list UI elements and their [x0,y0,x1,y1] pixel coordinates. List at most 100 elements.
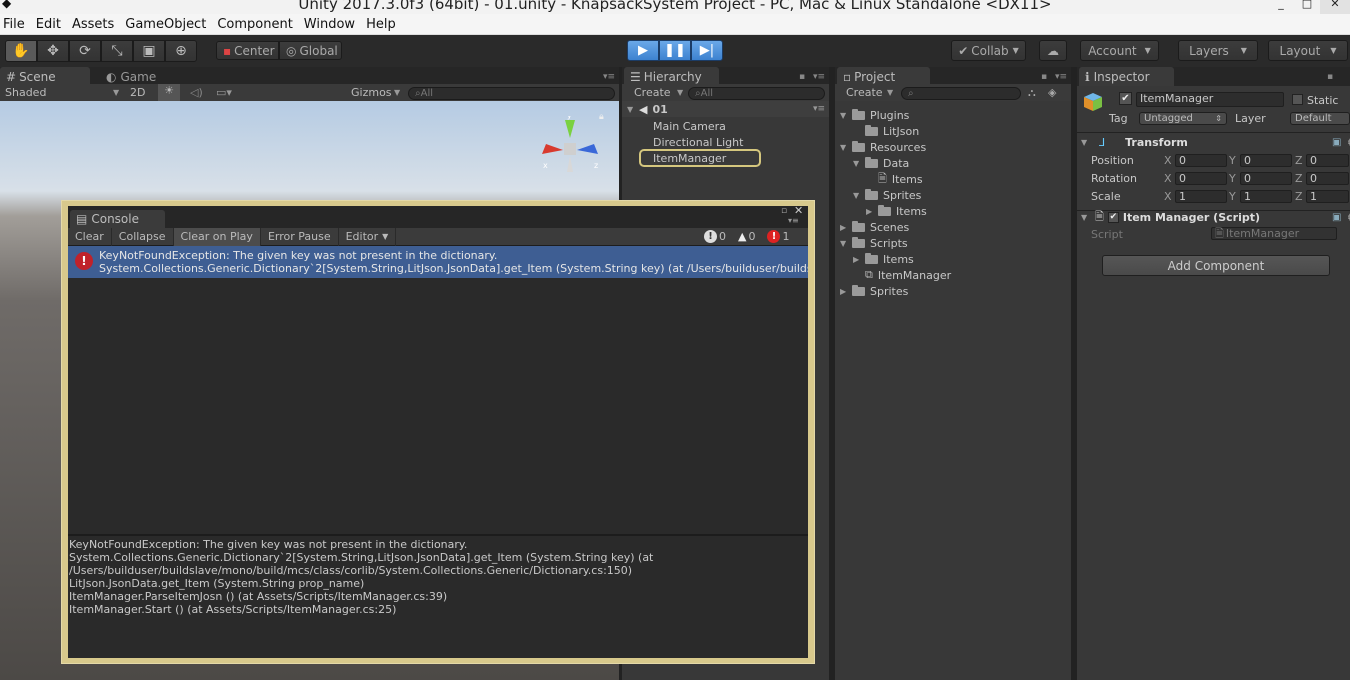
panel-menu-icon[interactable]: ▾≡ [813,72,825,82]
layer-dropdown[interactable]: Default [1290,112,1350,125]
expand-arrow-icon[interactable]: ▼ [840,143,850,152]
menu-assets[interactable]: Assets [69,17,121,32]
maximize-icon[interactable]: ▫ [781,206,787,216]
collapse-arrow-icon[interactable]: ▶ [866,207,876,216]
project-search-input[interactable]: ⌕ [901,87,1021,100]
lock-icon[interactable]: ▪ [799,72,805,82]
collapse-arrow-icon[interactable]: ▶ [853,255,863,264]
shading-mode-dropdown[interactable]: Shaded [5,86,46,99]
project-tree-item[interactable]: ▼ Plugins [840,107,909,123]
transform-z-field[interactable]: 1 [1306,190,1349,203]
tab-console[interactable]: ▤ Console [70,210,165,228]
project-tree-item[interactable]: ▶ Scenes [840,219,909,235]
panel-menu-icon[interactable]: ▾≡ [1055,72,1067,82]
clear-on-play-toggle[interactable]: Clear on Play [173,227,261,246]
play-button[interactable]: ▶ [627,40,659,61]
hierarchy-create-dropdown[interactable]: Create [634,86,671,99]
transform-z-field[interactable]: 0 [1306,172,1349,185]
scene-search-input[interactable]: ⌕All [408,87,615,100]
layout-dropdown[interactable]: Layout ▼ [1268,40,1348,61]
project-tree-item[interactable]: ▼ Sprites [853,187,921,203]
active-checkbox[interactable]: ✔ [1119,92,1132,105]
account-dropdown[interactable]: Account ▼ [1080,40,1159,61]
expand-arrow-icon[interactable]: ▼ [853,191,863,200]
project-tree-item[interactable]: ▶ Items [866,203,927,219]
expand-arrow-icon[interactable]: ▼ [840,239,850,248]
editor-dropdown[interactable]: Editor ▼ [339,227,397,246]
clear-button[interactable]: Clear [68,227,112,246]
warning-icon[interactable]: ▲ [738,230,746,243]
console-log-entry[interactable]: ! KeyNotFoundException: The given key wa… [68,246,808,278]
rect-tool-icon[interactable]: ▣ [133,40,165,62]
rotate-tool-icon[interactable]: ⟳ [69,40,101,62]
lock-icon[interactable]: 🔒︎ [599,112,604,122]
scene-orientation-gizmo[interactable]: y x z [540,116,600,176]
expand-arrow-icon[interactable]: ▼ [1081,213,1091,222]
effects-icon[interactable]: ▭▾ [216,86,232,99]
project-tree-item[interactable]: ⧉ ItemManager [853,267,951,283]
menu-gameobject[interactable]: GameObject [122,17,213,32]
expand-arrow-icon[interactable]: ▼ [1081,138,1091,147]
help-book-icon[interactable]: ▣ [1332,137,1341,148]
menu-window[interactable]: Window [301,17,362,32]
hierarchy-item[interactable]: Main Camera [622,118,829,134]
hierarchy-item-selected[interactable]: ItemManager [639,149,761,167]
close-button[interactable]: ✕ [1320,0,1350,14]
component-enabled-checkbox[interactable]: ✔ [1107,211,1119,223]
project-tree-item[interactable]: ▼ Resources [840,139,926,155]
transform-y-field[interactable]: 1 [1240,190,1292,203]
project-tree-item[interactable]: ▶ Items [853,251,914,267]
transform-z-field[interactable]: 0 [1306,154,1349,167]
pivot-global-button[interactable]: ◎ Global [279,41,342,60]
menu-file[interactable]: File [1,17,32,32]
minimize-button[interactable]: _ [1268,0,1294,14]
transform-x-field[interactable]: 1 [1175,190,1227,203]
maximize-button[interactable]: □ [1294,0,1320,14]
expand-arrow-icon[interactable]: ▼ [840,111,850,120]
tab-inspector[interactable]: ℹ Inspector [1079,67,1174,86]
collab-button[interactable]: ✔ Collab ▼ [951,40,1026,61]
menu-help[interactable]: Help [363,17,403,32]
collapse-arrow-icon[interactable]: ▶ [840,223,850,232]
layers-dropdown[interactable]: Layers ▼ [1178,40,1258,61]
menu-component[interactable]: Component [214,17,299,32]
gizmo-y-cone[interactable] [565,120,575,138]
lock-icon[interactable]: ▪ [1327,72,1333,82]
hand-tool-icon[interactable]: ✋ [5,40,37,62]
scale-tool-icon[interactable]: ⤡ [101,40,133,62]
audio-icon[interactable]: ◁) [190,86,203,99]
gizmos-dropdown[interactable]: Gizmos [351,86,392,99]
transform-y-field[interactable]: 0 [1240,172,1292,185]
transform-x-field[interactable]: 0 [1175,172,1227,185]
menu-edit[interactable]: Edit [33,17,68,32]
expand-arrow-icon[interactable]: ▼ [853,159,863,168]
expand-arrow-icon[interactable]: ▼ [627,105,637,114]
hierarchy-item[interactable]: Directional Light [622,134,829,150]
transform-x-field[interactable]: 0 [1175,154,1227,167]
error-icon[interactable]: ! [767,230,781,243]
hierarchy-search-input[interactable]: ⌕All [688,87,825,100]
filter-label-icon[interactable]: ◈ [1048,86,1056,99]
project-tree-item[interactable]: LitJson [853,123,919,139]
tag-dropdown[interactable]: Untagged ⇕ [1139,112,1227,125]
collapse-arrow-icon[interactable]: ▶ [840,287,850,296]
gizmo-x-cone[interactable] [542,144,563,154]
static-checkbox[interactable] [1292,94,1303,105]
gizmo-z-cone[interactable] [577,144,598,154]
collapse-button[interactable]: Collapse [112,227,174,246]
panel-menu-icon[interactable]: ▾≡ [788,216,799,225]
script-component-header[interactable]: ▼ 🗎︎ ✔ Item Manager (Script) ▣ ⚙ [1081,209,1350,225]
filter-type-icon[interactable]: ⛬ [1028,86,1036,100]
step-button[interactable]: ▶| [691,40,723,61]
project-tree-item[interactable]: ▶ Sprites [840,283,908,299]
project-create-dropdown[interactable]: Create [846,86,883,99]
scene-menu-icon[interactable]: ▾≡ [813,104,825,114]
project-tree-item[interactable]: ▼ Scripts [840,235,908,251]
scene-lighting-icon[interactable]: ☀ [158,84,180,101]
project-tree-item[interactable]: 🗎︎ Items [866,171,923,187]
add-component-button[interactable]: Add Component [1102,255,1330,276]
panel-menu-icon[interactable]: ▾≡ [603,72,615,82]
pause-button[interactable]: ❚❚ [659,40,691,61]
gizmo-neg-y-cone[interactable] [567,156,573,172]
pivot-center-button[interactable]: ▪ Center [216,41,279,60]
